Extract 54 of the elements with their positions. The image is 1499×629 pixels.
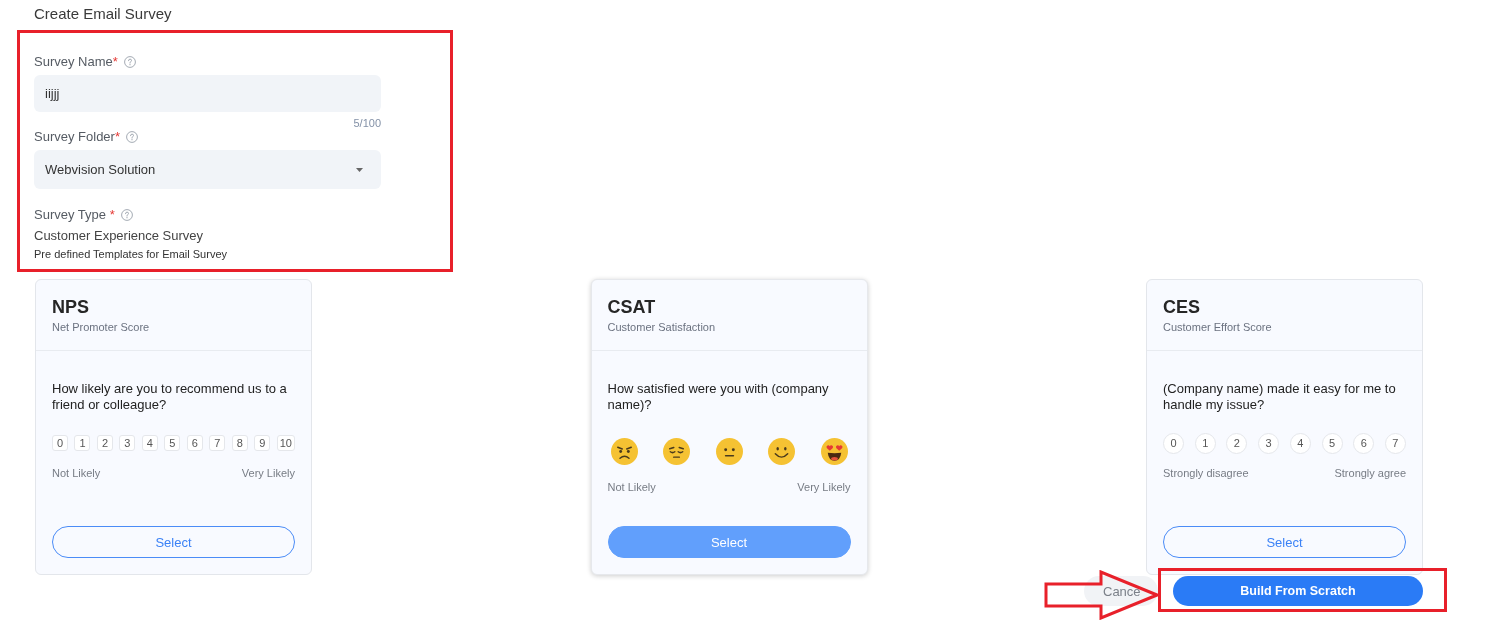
scale-option: 5 [164, 435, 181, 451]
card-subtitle: Customer Effort Score [1163, 320, 1272, 334]
scale-option: 1 [1194, 432, 1216, 454]
caret-icon [356, 167, 363, 172]
pensive-face-icon [663, 438, 690, 465]
scale-low-label: Not Likely [607, 480, 656, 494]
smiling-face-icon [768, 438, 795, 465]
scale-option: 3 [1258, 432, 1280, 454]
helper-text: Pre defined Templates for Email Survey [34, 247, 227, 261]
help-icon [120, 209, 133, 221]
scale-option: 1 [74, 435, 91, 451]
character-counter: 5/100 [353, 117, 381, 129]
field-label: Survey Name* [34, 54, 118, 70]
scale-option: 6 [186, 435, 203, 451]
scale-high-label: Very Likely [241, 466, 295, 480]
scale-option: 9 [254, 435, 271, 451]
scale-option: 10 [276, 435, 295, 451]
card-title: NPS [52, 296, 89, 318]
card-title: CES [1163, 296, 1200, 318]
text-input[interactable]: iijjj [34, 75, 381, 112]
scale-option: 0 [52, 435, 68, 451]
card-subtitle: Net Promoter Score [52, 320, 150, 334]
scale-option: 8 [231, 435, 248, 451]
scale-high-label: Strongly agree [1334, 466, 1406, 480]
select-button[interactable]: Select [607, 526, 851, 558]
angry-face-icon [610, 438, 638, 465]
survey-type-value: Customer Experience Survey [34, 227, 204, 245]
scale-option: 7 [1384, 432, 1406, 454]
neutral-face-icon [715, 438, 743, 465]
heart-eyes-face-icon [820, 438, 848, 465]
scale-low-label: Strongly disagree [1163, 466, 1249, 480]
question-text: How likely are you to recommend us to a friend or colleague? [52, 381, 288, 413]
page-title: Create Email Survey [34, 4, 172, 24]
card-subtitle: Customer Satisfaction [607, 320, 716, 334]
scale-option: 2 [96, 435, 113, 451]
scale-option: 6 [1353, 432, 1375, 454]
question-text: (Company name) made it easy for me to handle my issue? [1163, 381, 1397, 413]
scale-option: 4 [1289, 432, 1311, 454]
help-icon [126, 131, 138, 143]
scale-option: 4 [141, 435, 158, 451]
scale-option: 2 [1226, 432, 1248, 454]
scale-option: 3 [119, 435, 136, 451]
help-icon [123, 56, 136, 68]
scale-option: 5 [1321, 432, 1343, 454]
card-title: CSAT [607, 296, 656, 318]
dropdown-field[interactable]: Webvision Solution [34, 150, 381, 189]
field-label: Survey Type * [34, 207, 115, 223]
field-label: Survey Folder* [34, 129, 120, 145]
build-button[interactable]: Build From Scratch [1173, 576, 1423, 606]
scale-option: 0 [1163, 432, 1184, 454]
scale-low-label: Not Likely [52, 466, 101, 480]
scale-option: 7 [209, 435, 226, 451]
scale-high-label: Very Likely [797, 480, 851, 494]
question-text: How satisfied were you with (company name)? [607, 381, 830, 413]
